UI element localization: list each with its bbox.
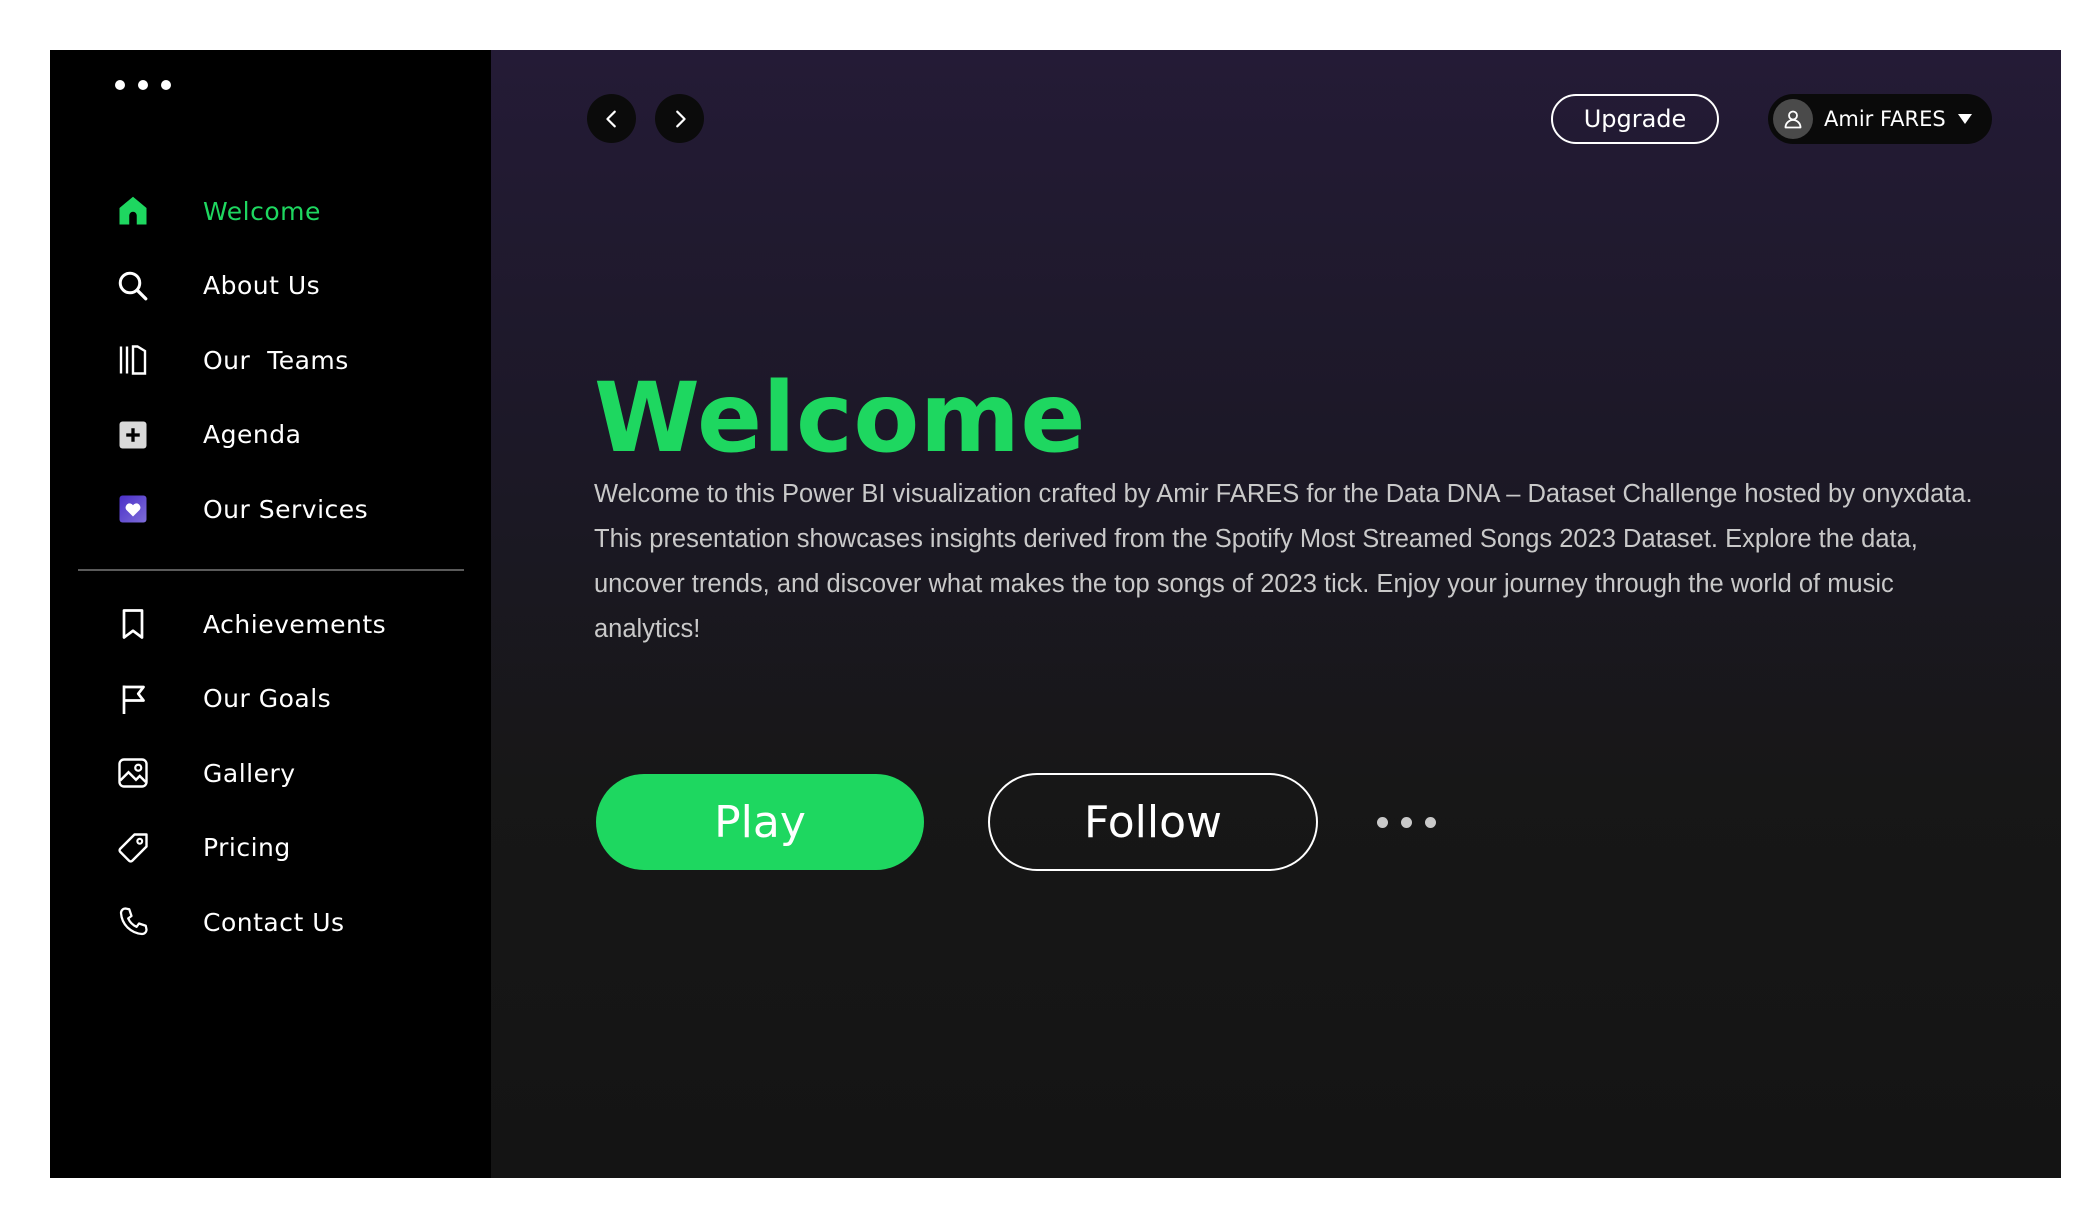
sidebar-item-label: About Us <box>203 271 321 301</box>
plus-square-icon <box>113 415 153 455</box>
sidebar-item-pricing[interactable]: Pricing <box>50 811 491 886</box>
user-name: Amir FARES <box>1824 107 1946 131</box>
chevron-right-icon <box>675 110 686 127</box>
page-title: Welcome <box>594 362 1086 474</box>
back-button[interactable] <box>587 94 636 143</box>
follow-button[interactable]: Follow <box>988 773 1318 871</box>
chevron-left-icon <box>605 110 616 127</box>
main-content: Upgrade Amir FARES Welcome Welcome to th… <box>491 50 2061 1178</box>
hero-description: Welcome to this Power BI visualization c… <box>594 480 1973 643</box>
play-button[interactable]: Play <box>596 774 924 870</box>
phone-icon <box>113 902 153 942</box>
heart-square-icon <box>113 489 153 529</box>
library-icon <box>113 340 153 380</box>
sidebar-divider <box>78 569 464 571</box>
sidebar-item-contact-us[interactable]: Contact Us <box>50 885 491 960</box>
sidebar-item-our-teams[interactable]: Our Teams <box>50 323 491 398</box>
caret-down-icon <box>1957 114 1972 124</box>
forward-button[interactable] <box>655 94 704 143</box>
sidebar-item-label: Our Goals <box>203 684 332 714</box>
bookmark-icon <box>113 604 153 644</box>
sidebar-item-label: Pricing <box>203 833 291 863</box>
app-window: Welcome About Us Our Teams Agenda Our Se… <box>50 50 2061 1178</box>
sidebar-item-about-us[interactable]: About Us <box>50 249 491 324</box>
sidebar-item-achievements[interactable]: Achievements <box>50 587 491 662</box>
sidebar: Welcome About Us Our Teams Agenda Our Se… <box>50 50 491 1178</box>
dot-icon <box>115 80 125 90</box>
sidebar-item-label: Agenda <box>203 420 302 450</box>
sidebar-item-label: Contact Us <box>203 907 345 937</box>
flag-icon <box>113 679 153 719</box>
home-icon <box>113 191 153 231</box>
secondary-nav: Achievements Our Goals Gallery Pricing C… <box>50 587 491 960</box>
sidebar-item-gallery[interactable]: Gallery <box>50 736 491 811</box>
upgrade-button[interactable]: Upgrade <box>1551 94 1719 144</box>
sidebar-item-our-goals[interactable]: Our Goals <box>50 662 491 737</box>
sidebar-item-label: Our Teams <box>203 345 349 375</box>
dot-icon <box>1376 816 1388 828</box>
image-icon <box>113 753 153 793</box>
dot-icon <box>1424 816 1436 828</box>
dot-icon <box>1400 816 1412 828</box>
dot-icon <box>161 80 171 90</box>
search-icon <box>113 266 153 306</box>
window-menu-dots[interactable] <box>115 80 171 90</box>
sidebar-item-label: Welcome <box>203 196 321 226</box>
sidebar-item-label: Our Services <box>203 494 369 524</box>
tag-icon <box>113 828 153 868</box>
more-options-button[interactable] <box>1371 805 1441 839</box>
user-menu[interactable]: Amir FARES <box>1768 94 1992 144</box>
sidebar-item-label: Gallery <box>203 758 296 788</box>
avatar <box>1773 99 1813 139</box>
dot-icon <box>138 80 148 90</box>
primary-nav: Welcome About Us Our Teams Agenda Our Se… <box>50 174 491 547</box>
user-icon <box>1784 110 1802 129</box>
sidebar-item-our-services[interactable]: Our Services <box>50 472 491 547</box>
sidebar-item-welcome[interactable]: Welcome <box>50 174 491 249</box>
sidebar-item-label: Achievements <box>203 609 387 639</box>
sidebar-item-agenda[interactable]: Agenda <box>50 398 491 473</box>
